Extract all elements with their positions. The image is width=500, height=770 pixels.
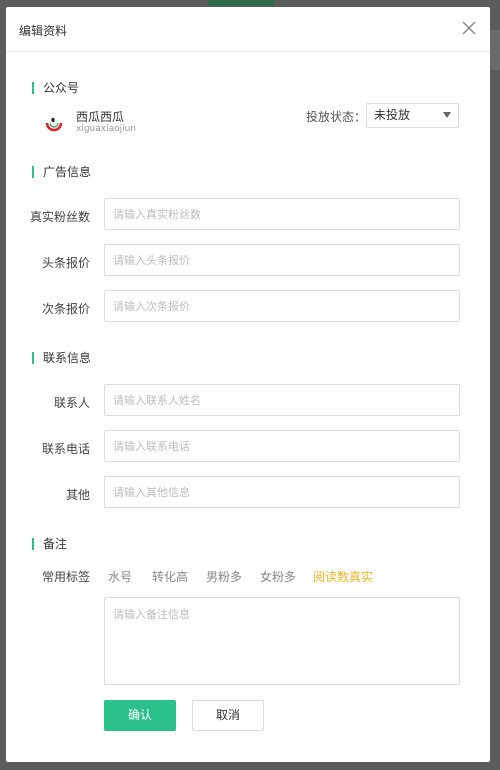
tag-real-reads[interactable]: 阅读数真实	[313, 568, 373, 585]
tag-male-fans[interactable]: 男粉多	[206, 568, 242, 585]
tag-high-conversion[interactable]: 转化高	[152, 568, 188, 585]
tag-female-fans[interactable]: 女粉多	[260, 568, 296, 585]
other-info-input[interactable]	[104, 476, 460, 508]
status-label: 投放状态：	[306, 110, 367, 124]
notes-section-title: 备注	[32, 537, 67, 551]
contact-phone-label: 联系电话	[41, 442, 90, 456]
headline-price-label: 头条报价	[41, 256, 90, 270]
account-name: 西瓜西瓜	[76, 110, 125, 124]
confirm-button[interactable]: 确认	[104, 700, 176, 731]
account-section-title: 公众号	[32, 81, 79, 95]
notes-textarea[interactable]	[104, 597, 460, 685]
ad-section-title: 广告信息	[32, 165, 91, 179]
account-id: xiguaxiaojiun	[76, 124, 137, 134]
status-select[interactable]: 未投放	[366, 103, 459, 128]
dialog-header: 编辑资料	[6, 7, 490, 52]
cancel-button[interactable]: 取消	[192, 700, 264, 731]
contact-name-input[interactable]	[104, 384, 460, 416]
contact-name-label: 联系人	[53, 396, 90, 410]
account-avatar-icon	[44, 115, 64, 135]
dialog-title: 编辑资料	[19, 24, 68, 38]
caret-down-icon	[443, 112, 451, 118]
real-fans-input[interactable]	[104, 198, 460, 230]
contact-phone-input[interactable]	[104, 430, 460, 462]
background-edge	[490, 30, 500, 70]
contact-section-title: 联系信息	[32, 351, 91, 365]
tag-shuihao[interactable]: 水号	[108, 568, 132, 585]
close-icon[interactable]	[460, 19, 478, 37]
common-tags-label: 常用标签	[42, 570, 91, 584]
secondary-price-label: 次条报价	[41, 302, 90, 316]
other-info-label: 其他	[65, 488, 90, 502]
headline-price-input[interactable]	[104, 244, 460, 276]
real-fans-label: 真实粉丝数	[29, 210, 90, 224]
status-select-value: 未投放	[374, 108, 411, 122]
secondary-price-input[interactable]	[104, 290, 460, 322]
edit-profile-dialog: 编辑资料 公众号 西瓜西瓜 xiguaxiaojiun 投放状态： 未投放 广告…	[6, 7, 490, 762]
background-tab	[208, 0, 274, 6]
